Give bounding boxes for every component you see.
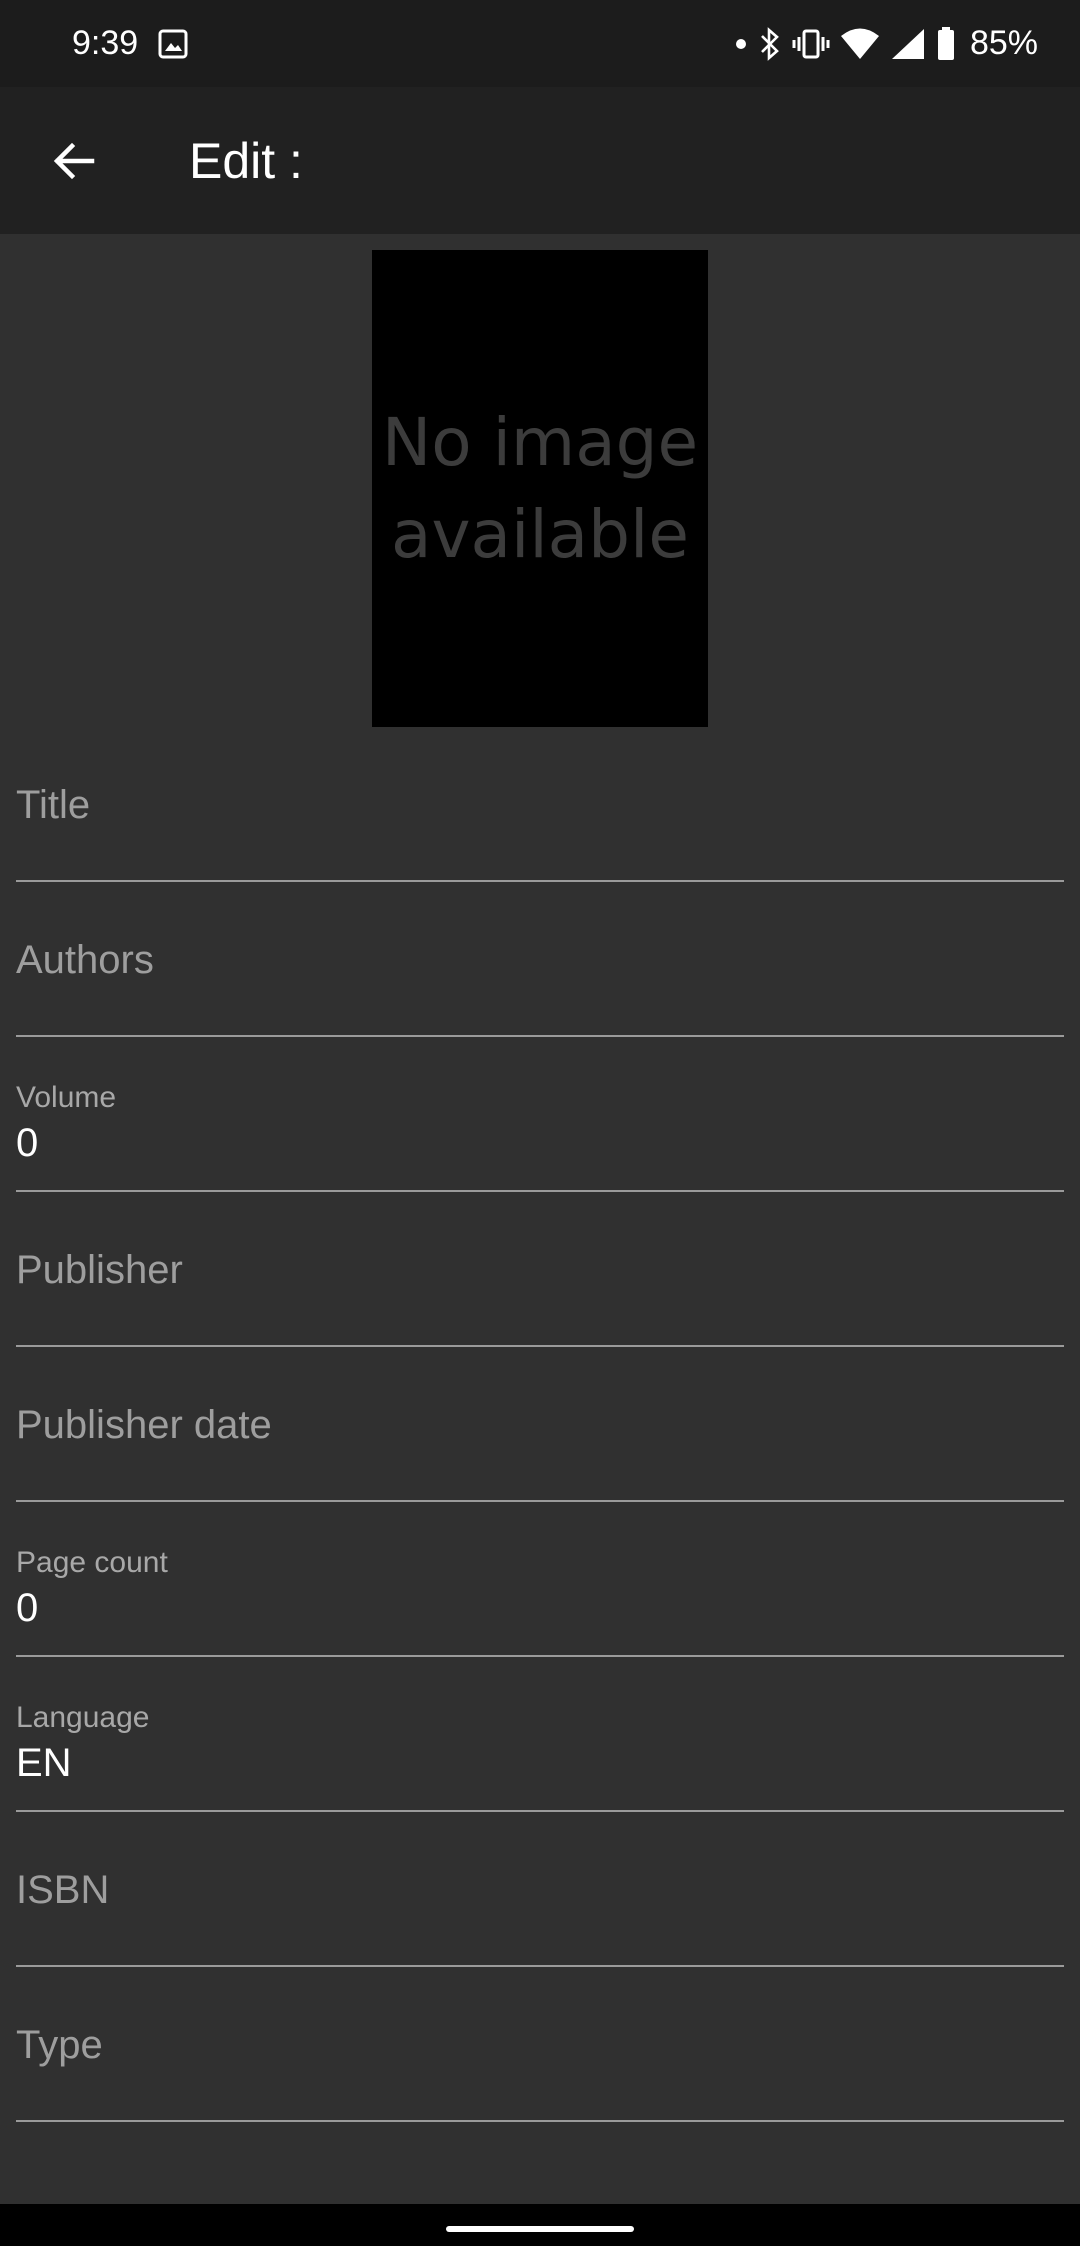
type-hint: Type <box>16 2023 103 2067</box>
language-field[interactable]: Language EN <box>16 1657 1064 1812</box>
wifi-icon <box>840 27 880 61</box>
app-bar: Edit : <box>0 87 1080 234</box>
vibrate-icon <box>792 28 830 60</box>
book-cover-image[interactable]: No image available <box>372 250 708 727</box>
status-right: 85% <box>734 24 1038 63</box>
page-count-field[interactable]: Page count 0 <box>16 1502 1064 1657</box>
edit-form: Title Authors Volume 0 Publisher Publish… <box>16 727 1064 2122</box>
page-title: Edit : <box>189 132 303 189</box>
publisher-hint: Publisher <box>16 1248 183 1292</box>
placeholder-line-1: No image <box>381 403 699 481</box>
battery-percent: 85% <box>969 24 1038 62</box>
home-handle[interactable] <box>446 2226 634 2232</box>
type-field[interactable]: Type <box>16 1967 1064 2122</box>
status-time: 9:39 <box>72 24 139 62</box>
status-left: 9:39 <box>72 24 188 63</box>
isbn-hint: ISBN <box>16 1868 110 1912</box>
publisher-field[interactable]: Publisher <box>16 1192 1064 1347</box>
page-count-label: Page count <box>16 1546 168 1579</box>
volume-field[interactable]: Volume 0 <box>16 1037 1064 1192</box>
title-hint: Title <box>16 783 91 827</box>
placeholder-line-2: available <box>391 495 689 573</box>
authors-hint: Authors <box>16 938 154 982</box>
bluetooth-icon <box>758 26 782 61</box>
volume-label: Volume <box>16 1081 117 1114</box>
signal-icon <box>890 27 926 61</box>
arrow-back-icon <box>50 137 98 185</box>
language-value: EN <box>16 1741 72 1785</box>
language-label: Language <box>16 1701 150 1734</box>
isbn-field[interactable]: ISBN <box>16 1812 1064 1967</box>
authors-field[interactable]: Authors <box>16 882 1064 1037</box>
title-field[interactable]: Title <box>16 727 1064 882</box>
image-icon <box>158 29 188 59</box>
publisher-date-hint: Publisher date <box>16 1403 272 1447</box>
publisher-date-field[interactable]: Publisher date <box>16 1347 1064 1502</box>
gesture-nav-bar <box>0 2204 1080 2246</box>
page-count-value: 0 <box>16 1586 39 1630</box>
dot-icon <box>734 37 748 51</box>
back-button[interactable] <box>0 87 147 234</box>
volume-value: 0 <box>16 1121 39 1165</box>
battery-icon <box>936 26 956 61</box>
no-image-placeholder: No image available <box>382 397 698 581</box>
status-bar: 9:39 85% <box>0 0 1080 87</box>
